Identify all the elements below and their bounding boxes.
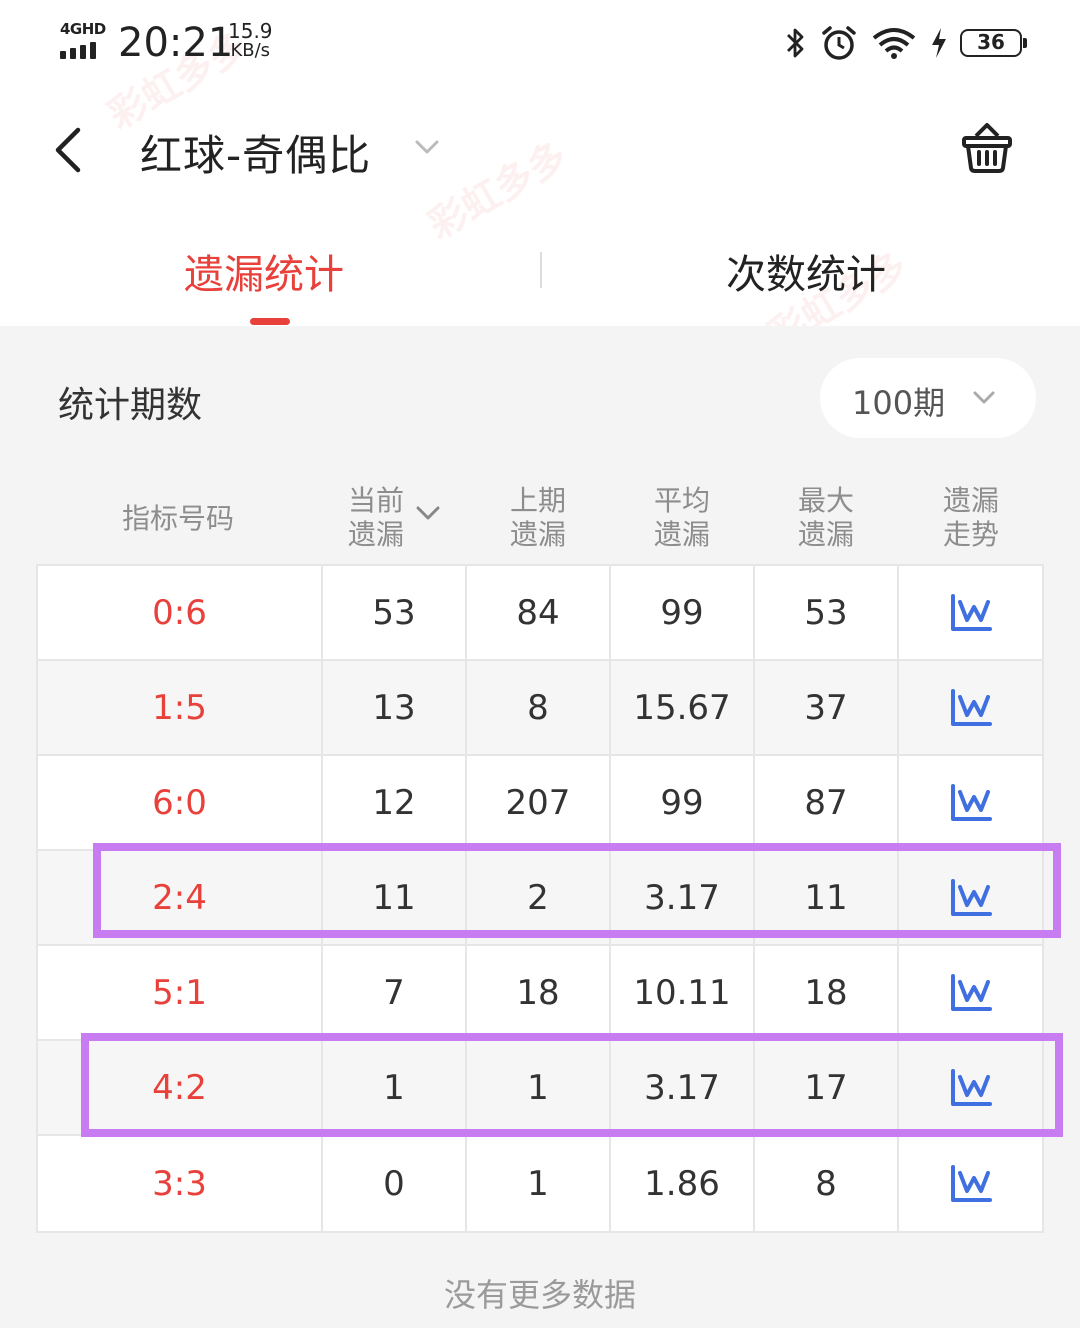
cellular-signal-icon: 4GHD — [60, 20, 110, 60]
speed-unit: KB/s — [230, 40, 271, 61]
cell-avg: 3.17 — [611, 851, 755, 944]
cell-current: 7 — [323, 946, 467, 1039]
cell-avg: 10.11 — [611, 946, 755, 1039]
charging-icon — [932, 28, 946, 58]
cell-current: 53 — [323, 566, 467, 659]
chevron-down-icon[interactable] — [412, 132, 442, 162]
tab-count-stats[interactable]: 次数统计 — [726, 242, 886, 300]
period-selected-value: 100期 — [852, 384, 946, 422]
cell-current: 0 — [323, 1136, 467, 1231]
cell-avg: 15.67 — [611, 661, 755, 754]
cell-last: 1 — [467, 1041, 611, 1134]
ratio-label: 2:4 — [38, 851, 323, 944]
omission-table: 0:6 53 84 99 53 1:5 13 8 15.67 37 6:0 12 207 99 87 2:4 1… — [36, 564, 1044, 1233]
tab-omission-stats[interactable]: 遗漏统计 — [184, 242, 344, 300]
table-row[interactable]: 3:3 0 1 1.86 8 — [38, 1136, 1042, 1231]
cell-last: 18 — [467, 946, 611, 1039]
cell-current: 11 — [323, 851, 467, 944]
trend-cell[interactable] — [899, 661, 1042, 754]
column-header-current[interactable]: 当前 遗漏 — [348, 484, 404, 552]
cell-max: 8 — [755, 1136, 899, 1231]
cell-avg: 99 — [611, 756, 755, 849]
column-header-last: 上期 遗漏 — [510, 484, 567, 551]
chevron-down-icon — [973, 391, 995, 404]
speed-value: 15.9 — [228, 19, 273, 43]
cell-max: 17 — [755, 1041, 899, 1134]
trend-cell[interactable] — [899, 756, 1042, 849]
trend-cell[interactable] — [899, 946, 1042, 1039]
trend-cell[interactable] — [899, 851, 1042, 944]
cell-avg: 99 — [611, 566, 755, 659]
cell-max: 11 — [755, 851, 899, 944]
tab-divider — [540, 252, 542, 288]
battery-icon: 36 — [960, 29, 1027, 57]
page-title[interactable]: 红球-奇偶比 — [140, 122, 371, 183]
trend-chart-icon[interactable] — [950, 783, 992, 822]
cell-last: 2 — [467, 851, 611, 944]
cell-last: 207 — [467, 756, 611, 849]
trend-cell[interactable] — [899, 1136, 1042, 1231]
cell-last: 1 — [467, 1136, 611, 1231]
bluetooth-icon — [787, 28, 804, 58]
cell-max: 87 — [755, 756, 899, 849]
cell-max: 37 — [755, 661, 899, 754]
trend-chart-icon[interactable] — [950, 1164, 992, 1203]
table-row[interactable]: 0:6 53 84 99 53 — [38, 566, 1042, 661]
ratio-label: 0:6 — [38, 566, 323, 659]
wifi-icon — [872, 28, 916, 59]
cell-avg: 3.17 — [611, 1041, 755, 1134]
trend-chart-icon[interactable] — [950, 973, 992, 1012]
sort-chevron-icon[interactable] — [414, 502, 442, 526]
trend-chart-icon[interactable] — [950, 1068, 992, 1107]
cell-current: 12 — [323, 756, 467, 849]
basket-icon[interactable] — [960, 122, 1014, 176]
trend-chart-icon[interactable] — [950, 878, 992, 917]
cell-last: 84 — [467, 566, 611, 659]
no-more-data-text: 没有更多数据 — [443, 1276, 636, 1314]
period-label: 统计期数 — [58, 385, 203, 426]
cell-current: 1 — [323, 1041, 467, 1134]
period-dropdown[interactable]: 100期 — [820, 358, 1036, 438]
status-bar: 4GHD 20:21 15.9 KB/s 36 — [0, 0, 1080, 90]
network-type: 4GHD — [60, 20, 106, 38]
ratio-label: 3:3 — [38, 1136, 323, 1231]
cell-last: 8 — [467, 661, 611, 754]
column-header-indicator: 指标号码 — [122, 502, 235, 535]
column-header-avg: 平均 遗漏 — [654, 484, 711, 551]
back-arrow-icon[interactable] — [50, 126, 90, 174]
trend-cell[interactable] — [899, 566, 1042, 659]
ratio-label: 5:1 — [38, 946, 323, 1039]
table-row[interactable]: 5:1 7 18 10.11 18 — [38, 946, 1042, 1041]
cell-max: 18 — [755, 946, 899, 1039]
column-header-trend: 遗漏 走势 — [943, 484, 1000, 551]
active-tab-indicator — [250, 318, 290, 325]
ratio-label: 1:5 — [38, 661, 323, 754]
alarm-icon — [822, 26, 856, 60]
table-row[interactable]: 4:2 1 1 3.17 17 — [38, 1041, 1042, 1136]
cell-current: 13 — [323, 661, 467, 754]
cell-avg: 1.86 — [611, 1136, 755, 1231]
column-header-max: 最大 遗漏 — [798, 484, 855, 551]
table-row[interactable]: 1:5 13 8 15.67 37 — [38, 661, 1042, 756]
ratio-label: 4:2 — [38, 1041, 323, 1134]
ratio-label: 6:0 — [38, 756, 323, 849]
table-row[interactable]: 6:0 12 207 99 87 — [38, 756, 1042, 851]
status-time: 20:21 — [118, 20, 234, 66]
trend-chart-icon[interactable] — [950, 688, 992, 727]
cell-max: 53 — [755, 566, 899, 659]
table-row[interactable]: 2:4 11 2 3.17 11 — [38, 851, 1042, 946]
trend-chart-icon[interactable] — [950, 593, 992, 632]
network-speed: 15.9 KB/s — [228, 19, 273, 61]
trend-cell[interactable] — [899, 1041, 1042, 1134]
